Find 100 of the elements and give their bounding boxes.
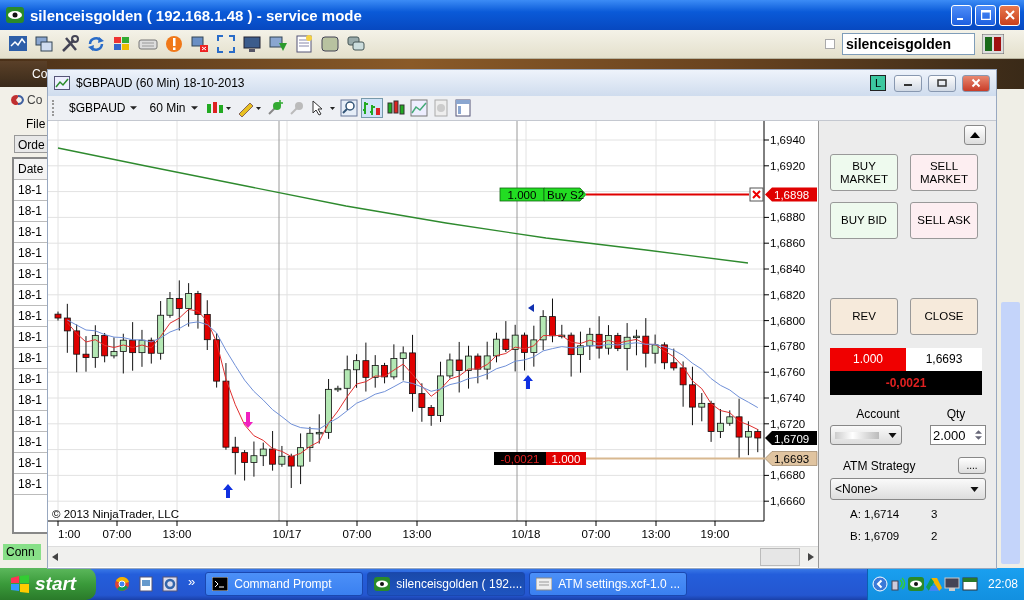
candle xyxy=(717,408,724,439)
candle xyxy=(605,324,612,356)
close-button[interactable] xyxy=(962,74,990,92)
clock: 22:08 xyxy=(987,577,1018,591)
collapse-button[interactable] xyxy=(964,125,986,145)
overflow-button[interactable]: » xyxy=(188,573,196,589)
left-arrow-icon[interactable] xyxy=(52,553,58,561)
start-button[interactable]: start xyxy=(0,568,96,600)
status-label: Conn xyxy=(3,544,41,560)
scrollbar-thumb[interactable] xyxy=(760,548,800,566)
position-quantity-label: 1.000 xyxy=(546,452,586,465)
candle xyxy=(549,298,556,343)
axis-label: 1,6860 xyxy=(770,237,806,250)
network-icon[interactable] xyxy=(889,576,906,592)
position-price: 1,6693 xyxy=(906,348,982,371)
instrument-dropdown[interactable]: $GBPAUD xyxy=(65,101,142,115)
cancel-order-icon[interactable] xyxy=(749,187,764,202)
order-button[interactable]: BUY MARKET xyxy=(830,154,898,191)
menu-item[interactable]: File xyxy=(26,113,47,135)
right-arrow-icon[interactable] xyxy=(808,553,814,561)
interval-dropdown[interactable]: 60 Min xyxy=(145,101,202,115)
checkbox[interactable] xyxy=(825,39,835,49)
axis-label: 19:00 xyxy=(700,528,730,540)
axis-label: 10/17 xyxy=(272,528,302,540)
candlestick-icon[interactable] xyxy=(385,99,406,117)
qty-field[interactable]: 2.000 xyxy=(930,425,986,445)
windows-logo-icon xyxy=(10,575,30,593)
taskbar-button[interactable]: Command Prompt xyxy=(205,572,364,596)
candle xyxy=(353,353,360,389)
window-title: $GBPAUD (60 Min) 18-10-2013 xyxy=(76,76,246,90)
axis-label: 1:00 xyxy=(58,528,81,540)
chevron-icon[interactable] xyxy=(871,576,888,592)
gear-icon[interactable] xyxy=(162,576,178,592)
pointer-icon[interactable] xyxy=(309,99,336,117)
axis-label: 1,6840 xyxy=(770,263,806,275)
window-title: Co xyxy=(32,67,48,81)
column-header: Date xyxy=(14,159,47,180)
candle xyxy=(185,282,192,328)
panel-icon[interactable] xyxy=(453,99,472,117)
order-name-label[interactable]: Buy S2 xyxy=(543,187,587,202)
minimize-button[interactable] xyxy=(894,74,922,92)
order-button[interactable]: BUY BID xyxy=(830,202,898,239)
up-arrow-icon xyxy=(523,375,533,389)
tab[interactable]: Orde xyxy=(14,135,47,153)
copyright-text: © 2013 NinjaTrader, LLC xyxy=(52,508,179,520)
axis-label: 1,6940 xyxy=(770,134,806,146)
zoom-icon[interactable] xyxy=(339,99,358,117)
monitor-icon[interactable] xyxy=(943,576,960,592)
axis-label: 1,6740 xyxy=(770,392,806,404)
caret-icon xyxy=(130,106,138,110)
maximize-button[interactable] xyxy=(975,4,996,26)
candle xyxy=(754,428,762,453)
eye-icon[interactable] xyxy=(907,577,924,591)
bars-icon[interactable] xyxy=(361,99,382,117)
candle xyxy=(437,361,444,423)
atm-strategy-label: ATM Strategy xyxy=(843,458,916,473)
restore-button[interactable] xyxy=(928,74,956,92)
axis-label: 1,6820 xyxy=(770,288,806,301)
atm-settings-button[interactable]: .... xyxy=(958,457,986,474)
qty-label: Qty xyxy=(945,407,967,421)
quote-size: 3 xyxy=(931,508,938,522)
order-quantity-label[interactable]: 1.000 xyxy=(499,187,545,202)
scrollbar-thumb[interactable] xyxy=(1001,302,1020,564)
action-button[interactable]: REV xyxy=(830,298,898,335)
axis-label: 1,6920 xyxy=(770,159,806,172)
order-button[interactable]: SELL ASK xyxy=(910,202,978,239)
atm-strategy-dropdown[interactable]: <None> xyxy=(830,478,986,500)
order-button[interactable]: SELL MARKET xyxy=(910,154,978,191)
action-button[interactable]: CLOSE xyxy=(910,298,978,335)
browser-icon[interactable] xyxy=(114,576,130,592)
user-field[interactable]: silenceisgolden xyxy=(842,33,975,55)
candle xyxy=(689,366,696,426)
axis-label: 07:00 xyxy=(342,528,372,540)
position-pnl: -0,0021 xyxy=(830,371,982,395)
horizontal-scrollbar[interactable] xyxy=(48,546,818,567)
document-icon[interactable] xyxy=(138,576,154,592)
mode-badge[interactable]: L xyxy=(870,75,886,91)
terminal-icon xyxy=(212,577,229,591)
up-triangle-icon xyxy=(970,132,980,138)
eye-icon xyxy=(6,7,24,23)
candle xyxy=(521,332,528,371)
quote-price: A: 1,6714 xyxy=(850,508,901,522)
candle xyxy=(297,432,304,485)
axis-label: 1,6800 xyxy=(770,314,806,327)
candle xyxy=(213,332,220,389)
price-tag: 1,6693 xyxy=(764,451,818,466)
account-dropdown[interactable] xyxy=(830,425,902,445)
axis-label: 1,6880 xyxy=(770,211,806,224)
candle xyxy=(493,332,500,363)
maximize-icon xyxy=(980,10,991,20)
panel-title: Co xyxy=(27,93,43,107)
window-icon[interactable] xyxy=(961,576,978,592)
candle xyxy=(465,345,472,390)
up-arrow-icon xyxy=(223,484,233,498)
candle xyxy=(241,449,248,482)
fullscreen-icon[interactable] xyxy=(214,32,237,56)
candle xyxy=(577,331,584,374)
spinner-icon[interactable] xyxy=(975,430,985,440)
taskbar-button[interactable]: silenceisgolden ( 192.... xyxy=(367,572,526,596)
candle xyxy=(661,341,668,370)
